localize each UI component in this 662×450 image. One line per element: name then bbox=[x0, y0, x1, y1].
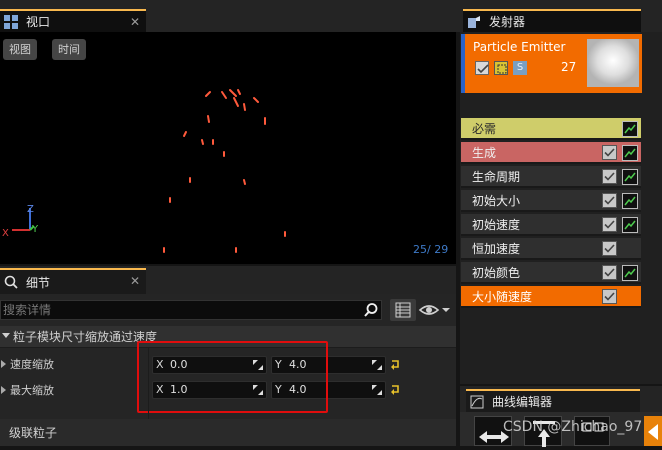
emitter-thumbnail bbox=[587, 39, 639, 87]
particle-count: 27 bbox=[561, 60, 577, 74]
module-enable-checkbox[interactable] bbox=[602, 241, 617, 256]
module-label: 初始颜色 bbox=[472, 265, 521, 280]
module-item[interactable]: 初始速度 bbox=[461, 214, 641, 236]
curve-graph-icon[interactable] bbox=[622, 145, 638, 161]
category-title: 粒子模块尺寸缩放通过速度 bbox=[13, 330, 158, 344]
cascade-particle-row[interactable]: 级联粒子 bbox=[0, 419, 456, 446]
module-item[interactable]: 大小随速度 bbox=[461, 286, 641, 308]
eye-icon bbox=[418, 305, 450, 315]
curve-icon bbox=[470, 395, 484, 408]
particle-counter: 25/ 29 bbox=[413, 243, 449, 256]
curve-editor-tab-title: 曲线编辑器 bbox=[492, 395, 553, 409]
curve-graph-icon[interactable] bbox=[622, 169, 638, 185]
axis-z-label: Z bbox=[27, 204, 34, 215]
curve-graph-icon[interactable] bbox=[622, 121, 638, 137]
module-item[interactable]: 生命周期 bbox=[461, 166, 641, 188]
module-enable-checkbox[interactable] bbox=[602, 265, 617, 280]
arrow-left-icon bbox=[648, 424, 658, 440]
module-item[interactable]: 必需 bbox=[461, 118, 641, 140]
close-icon[interactable]: ✕ bbox=[130, 274, 140, 288]
viewport-grid-icon bbox=[4, 14, 18, 29]
particle-preview: Z X Y bbox=[2, 89, 286, 253]
module-label: 大小随速度 bbox=[472, 289, 533, 304]
property-label: 速度缩放 bbox=[10, 358, 54, 371]
module-enable-checkbox[interactable] bbox=[602, 169, 617, 184]
render-mode-icon[interactable] bbox=[494, 61, 508, 75]
tab-details[interactable]: 细节 ✕ bbox=[0, 268, 146, 294]
tab-emitters[interactable]: 发射器 bbox=[463, 9, 641, 32]
viewport-tab-title: 视口 bbox=[26, 15, 51, 29]
viewport-canvas[interactable]: 视图 时间 Z X Y 25/ 29 bbox=[0, 32, 456, 264]
module-label: 生成 bbox=[472, 145, 497, 160]
checkmark-icon bbox=[604, 268, 615, 277]
module-enable-checkbox[interactable] bbox=[602, 217, 617, 232]
checkmark-icon bbox=[604, 148, 615, 157]
property-matrix-button[interactable] bbox=[390, 299, 416, 321]
emitter-card[interactable]: Particle Emitter S 27 bbox=[461, 34, 642, 93]
watermark: CSDN @Zhichao_97 bbox=[503, 419, 643, 435]
module-label: 初始大小 bbox=[472, 193, 521, 208]
emitters-tab-title: 发射器 bbox=[489, 15, 526, 29]
solo-button[interactable]: S bbox=[513, 61, 527, 75]
view-options-button[interactable] bbox=[418, 300, 454, 320]
chevron-right-icon[interactable] bbox=[1, 360, 6, 368]
particles bbox=[163, 89, 286, 253]
cascade-label: 级联粒子 bbox=[9, 426, 58, 440]
module-label: 必需 bbox=[472, 121, 497, 136]
chevron-right-icon[interactable] bbox=[1, 386, 6, 394]
emitter-name: Particle Emitter bbox=[473, 40, 566, 54]
search-icon[interactable] bbox=[363, 302, 380, 318]
module-item[interactable]: 初始大小 bbox=[461, 190, 641, 212]
curve-graph-icon[interactable] bbox=[622, 217, 638, 233]
module-item[interactable]: 恒加速度 bbox=[461, 238, 641, 260]
checkmark-icon bbox=[477, 64, 489, 74]
details-tab-title: 细节 bbox=[26, 275, 51, 290]
spin-arrows-icon[interactable] bbox=[371, 384, 383, 396]
module-enable-checkbox[interactable] bbox=[602, 145, 617, 160]
search-input[interactable]: 搜索详情 bbox=[0, 300, 382, 320]
chevron-down-icon bbox=[2, 332, 10, 341]
tab-curve-editor[interactable]: 曲线编辑器 bbox=[466, 389, 640, 412]
annotation-highlight-box bbox=[137, 341, 328, 413]
axis-y-label: Y bbox=[31, 224, 39, 235]
module-label: 生命周期 bbox=[472, 169, 521, 184]
checkmark-icon bbox=[604, 172, 615, 181]
checkmark-icon bbox=[604, 220, 615, 229]
module-label: 初始速度 bbox=[472, 217, 521, 232]
module-item[interactable]: 生成 bbox=[461, 142, 641, 164]
column-divider bbox=[148, 348, 149, 419]
module-enable-checkbox[interactable] bbox=[602, 289, 617, 304]
enable-checkbox[interactable] bbox=[475, 61, 489, 75]
checkmark-icon bbox=[604, 244, 615, 253]
module-enable-checkbox[interactable] bbox=[602, 193, 617, 208]
curve-graph-icon[interactable] bbox=[622, 193, 638, 209]
search-magnifier-icon bbox=[4, 275, 18, 289]
table-icon bbox=[395, 302, 411, 318]
reset-to-default-icon[interactable] bbox=[390, 384, 400, 396]
module-label: 恒加速度 bbox=[472, 241, 521, 256]
emitter-icon bbox=[468, 15, 480, 28]
module-item[interactable]: 初始颜色 bbox=[461, 262, 641, 284]
checkmark-icon bbox=[604, 196, 615, 205]
axis-x-label: X bbox=[2, 228, 9, 239]
expand-button[interactable] bbox=[644, 416, 662, 446]
reset-to-default-icon[interactable] bbox=[390, 359, 400, 371]
close-icon[interactable]: ✕ bbox=[130, 15, 140, 29]
curve-graph-icon[interactable] bbox=[622, 265, 638, 281]
spin-arrows-icon[interactable] bbox=[371, 359, 383, 371]
property-label: 最大缩放 bbox=[10, 384, 54, 397]
tab-viewport[interactable]: 视口 ✕ bbox=[0, 9, 146, 32]
checkmark-icon bbox=[604, 292, 615, 301]
